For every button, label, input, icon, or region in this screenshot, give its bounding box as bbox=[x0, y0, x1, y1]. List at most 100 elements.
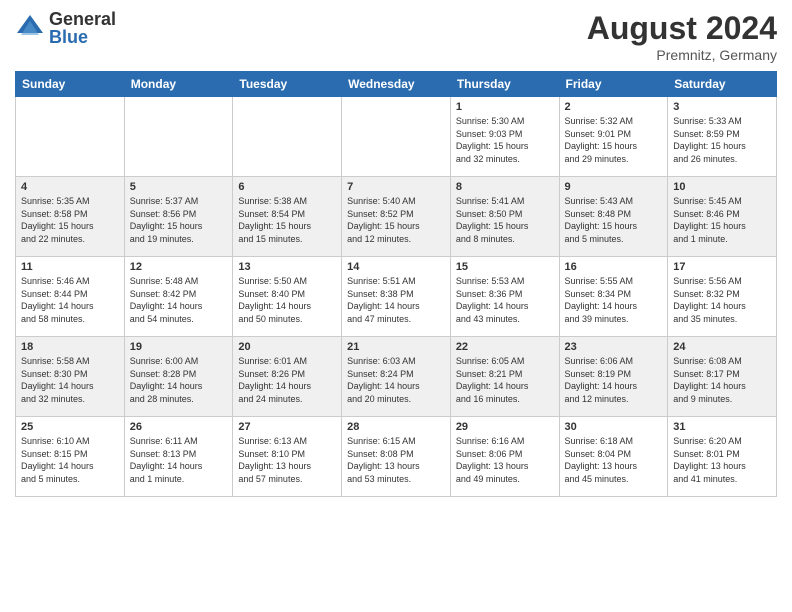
day-info: Sunrise: 6:03 AM Sunset: 8:24 PM Dayligh… bbox=[347, 355, 445, 405]
day-number: 1 bbox=[456, 101, 554, 113]
day-number: 18 bbox=[21, 341, 119, 353]
day-info: Sunrise: 6:01 AM Sunset: 8:26 PM Dayligh… bbox=[238, 355, 336, 405]
day-number: 30 bbox=[565, 421, 663, 433]
header-thursday: Thursday bbox=[450, 72, 559, 97]
day-info: Sunrise: 5:33 AM Sunset: 8:59 PM Dayligh… bbox=[673, 115, 771, 165]
calendar-cell-2-2: 5Sunrise: 5:37 AM Sunset: 8:56 PM Daylig… bbox=[124, 177, 233, 257]
calendar-cell-2-3: 6 Sunrise: 5:38 AM Sunset: 8:54 PM Daylig… bbox=[233, 177, 342, 257]
calendar-week-1: 1Sunrise: 5:30 AM Sunset: 9:03 PM Daylig… bbox=[16, 97, 777, 177]
header-friday: Friday bbox=[559, 72, 668, 97]
calendar-cell-2-4: 7 Sunrise: 5:40 AM Sunset: 8:52 PM Daylig… bbox=[342, 177, 451, 257]
logo-icon bbox=[15, 13, 45, 43]
calendar-cell-1-1 bbox=[16, 97, 125, 177]
day-info: Sunrise: 5:58 AM Sunset: 8:30 PM Dayligh… bbox=[21, 355, 119, 405]
day-number: 14 bbox=[347, 261, 445, 273]
day-number: 27 bbox=[238, 421, 336, 433]
calendar-cell-2-1: 4 Sunrise: 5:35 AM Sunset: 8:58 PM Daylig… bbox=[16, 177, 125, 257]
day-info: Sunrise: 6:00 AM Sunset: 8:28 PM Dayligh… bbox=[130, 355, 228, 405]
calendar-cell-3-1: 11Sunrise: 5:46 AM Sunset: 8:44 PM Dayli… bbox=[16, 257, 125, 337]
calendar-cell-3-5: 15 Sunrise: 5:53 AM Sunset: 8:36 PM Dayli… bbox=[450, 257, 559, 337]
day-number: 25 bbox=[21, 421, 119, 433]
day-number: 12 bbox=[130, 261, 228, 273]
location: Premnitz, Germany bbox=[587, 47, 777, 63]
calendar-cell-2-5: 8Sunrise: 5:41 AM Sunset: 8:50 PM Daylig… bbox=[450, 177, 559, 257]
day-info: Sunrise: 6:08 AM Sunset: 8:17 PM Dayligh… bbox=[673, 355, 771, 405]
day-info: Sunrise: 5:43 AM Sunset: 8:48 PM Dayligh… bbox=[565, 195, 663, 245]
day-number: 13 bbox=[238, 261, 336, 273]
calendar-cell-3-4: 14 Sunrise: 5:51 AM Sunset: 8:38 PM Dayli… bbox=[342, 257, 451, 337]
header-monday: Monday bbox=[124, 72, 233, 97]
day-info: Sunrise: 6:15 AM Sunset: 8:08 PM Dayligh… bbox=[347, 435, 445, 485]
calendar-cell-4-5: 22 Sunrise: 6:05 AM Sunset: 8:21 PM Dayli… bbox=[450, 337, 559, 417]
day-info: Sunrise: 5:55 AM Sunset: 8:34 PM Dayligh… bbox=[565, 275, 663, 325]
calendar-cell-1-3 bbox=[233, 97, 342, 177]
calendar-cell-5-2: 26 Sunrise: 6:11 AM Sunset: 8:13 PM Dayli… bbox=[124, 417, 233, 497]
calendar-cell-4-3: 20Sunrise: 6:01 AM Sunset: 8:26 PM Dayli… bbox=[233, 337, 342, 417]
day-number: 17 bbox=[673, 261, 771, 273]
logo-text: General Blue bbox=[49, 10, 116, 46]
header: General Blue August 2024 Premnitz, Germa… bbox=[15, 10, 777, 63]
calendar-cell-3-7: 17 Sunrise: 5:56 AM Sunset: 8:32 PM Dayli… bbox=[668, 257, 777, 337]
day-info: Sunrise: 5:53 AM Sunset: 8:36 PM Dayligh… bbox=[456, 275, 554, 325]
day-number: 29 bbox=[456, 421, 554, 433]
calendar-cell-4-6: 23 Sunrise: 6:06 AM Sunset: 8:19 PM Dayli… bbox=[559, 337, 668, 417]
day-number: 31 bbox=[673, 421, 771, 433]
logo-general-text: General bbox=[49, 10, 116, 28]
day-number: 3 bbox=[673, 101, 771, 113]
day-number: 10 bbox=[673, 181, 771, 193]
header-saturday: Saturday bbox=[668, 72, 777, 97]
calendar-week-5: 25 Sunrise: 6:10 AM Sunset: 8:15 PM Dayli… bbox=[16, 417, 777, 497]
day-number: 21 bbox=[347, 341, 445, 353]
day-number: 26 bbox=[130, 421, 228, 433]
calendar-cell-2-6: 9Sunrise: 5:43 AM Sunset: 8:48 PM Daylig… bbox=[559, 177, 668, 257]
logo-blue-text: Blue bbox=[49, 28, 116, 46]
day-info: Sunrise: 5:35 AM Sunset: 8:58 PM Dayligh… bbox=[21, 195, 119, 245]
header-sunday: Sunday bbox=[16, 72, 125, 97]
day-info: Sunrise: 6:20 AM Sunset: 8:01 PM Dayligh… bbox=[673, 435, 771, 485]
day-info: Sunrise: 5:45 AM Sunset: 8:46 PM Dayligh… bbox=[673, 195, 771, 245]
calendar-cell-4-7: 24Sunrise: 6:08 AM Sunset: 8:17 PM Dayli… bbox=[668, 337, 777, 417]
day-number: 4 bbox=[21, 181, 119, 193]
calendar-cell-4-1: 18 Sunrise: 5:58 AM Sunset: 8:30 PM Dayli… bbox=[16, 337, 125, 417]
day-info: Sunrise: 5:56 AM Sunset: 8:32 PM Dayligh… bbox=[673, 275, 771, 325]
calendar-cell-1-5: 1Sunrise: 5:30 AM Sunset: 9:03 PM Daylig… bbox=[450, 97, 559, 177]
day-info: Sunrise: 6:13 AM Sunset: 8:10 PM Dayligh… bbox=[238, 435, 336, 485]
day-info: Sunrise: 6:10 AM Sunset: 8:15 PM Dayligh… bbox=[21, 435, 119, 485]
day-info: Sunrise: 5:51 AM Sunset: 8:38 PM Dayligh… bbox=[347, 275, 445, 325]
calendar-cell-5-3: 27 Sunrise: 6:13 AM Sunset: 8:10 PM Dayli… bbox=[233, 417, 342, 497]
calendar-cell-1-2 bbox=[124, 97, 233, 177]
header-tuesday: Tuesday bbox=[233, 72, 342, 97]
day-number: 7 bbox=[347, 181, 445, 193]
day-info: Sunrise: 6:05 AM Sunset: 8:21 PM Dayligh… bbox=[456, 355, 554, 405]
day-info: Sunrise: 5:46 AM Sunset: 8:44 PM Dayligh… bbox=[21, 275, 119, 325]
calendar-cell-5-5: 29 Sunrise: 6:16 AM Sunset: 8:06 PM Dayli… bbox=[450, 417, 559, 497]
day-info: Sunrise: 5:41 AM Sunset: 8:50 PM Dayligh… bbox=[456, 195, 554, 245]
day-number: 28 bbox=[347, 421, 445, 433]
title-block: August 2024 Premnitz, Germany bbox=[587, 10, 777, 63]
calendar-week-2: 4 Sunrise: 5:35 AM Sunset: 8:58 PM Daylig… bbox=[16, 177, 777, 257]
day-number: 5 bbox=[130, 181, 228, 193]
month-year: August 2024 bbox=[587, 10, 777, 47]
day-info: Sunrise: 5:32 AM Sunset: 9:01 PM Dayligh… bbox=[565, 115, 663, 165]
logo: General Blue bbox=[15, 10, 116, 46]
calendar-cell-3-3: 13 Sunrise: 5:50 AM Sunset: 8:40 PM Dayli… bbox=[233, 257, 342, 337]
day-number: 22 bbox=[456, 341, 554, 353]
day-info: Sunrise: 5:40 AM Sunset: 8:52 PM Dayligh… bbox=[347, 195, 445, 245]
calendar-cell-2-7: 10 Sunrise: 5:45 AM Sunset: 8:46 PM Dayli… bbox=[668, 177, 777, 257]
calendar-cell-5-7: 31 Sunrise: 6:20 AM Sunset: 8:01 PM Dayli… bbox=[668, 417, 777, 497]
calendar-cell-5-1: 25 Sunrise: 6:10 AM Sunset: 8:15 PM Dayli… bbox=[16, 417, 125, 497]
day-info: Sunrise: 5:48 AM Sunset: 8:42 PM Dayligh… bbox=[130, 275, 228, 325]
day-number: 15 bbox=[456, 261, 554, 273]
day-info: Sunrise: 6:16 AM Sunset: 8:06 PM Dayligh… bbox=[456, 435, 554, 485]
header-wednesday: Wednesday bbox=[342, 72, 451, 97]
day-info: Sunrise: 6:11 AM Sunset: 8:13 PM Dayligh… bbox=[130, 435, 228, 485]
day-info: Sunrise: 6:18 AM Sunset: 8:04 PM Dayligh… bbox=[565, 435, 663, 485]
calendar-cell-3-6: 16Sunrise: 5:55 AM Sunset: 8:34 PM Dayli… bbox=[559, 257, 668, 337]
day-number: 2 bbox=[565, 101, 663, 113]
day-info: Sunrise: 6:06 AM Sunset: 8:19 PM Dayligh… bbox=[565, 355, 663, 405]
day-number: 23 bbox=[565, 341, 663, 353]
day-info: Sunrise: 5:50 AM Sunset: 8:40 PM Dayligh… bbox=[238, 275, 336, 325]
calendar-cell-5-6: 30 Sunrise: 6:18 AM Sunset: 8:04 PM Dayli… bbox=[559, 417, 668, 497]
day-number: 6 bbox=[238, 181, 336, 193]
day-info: Sunrise: 5:38 AM Sunset: 8:54 PM Dayligh… bbox=[238, 195, 336, 245]
